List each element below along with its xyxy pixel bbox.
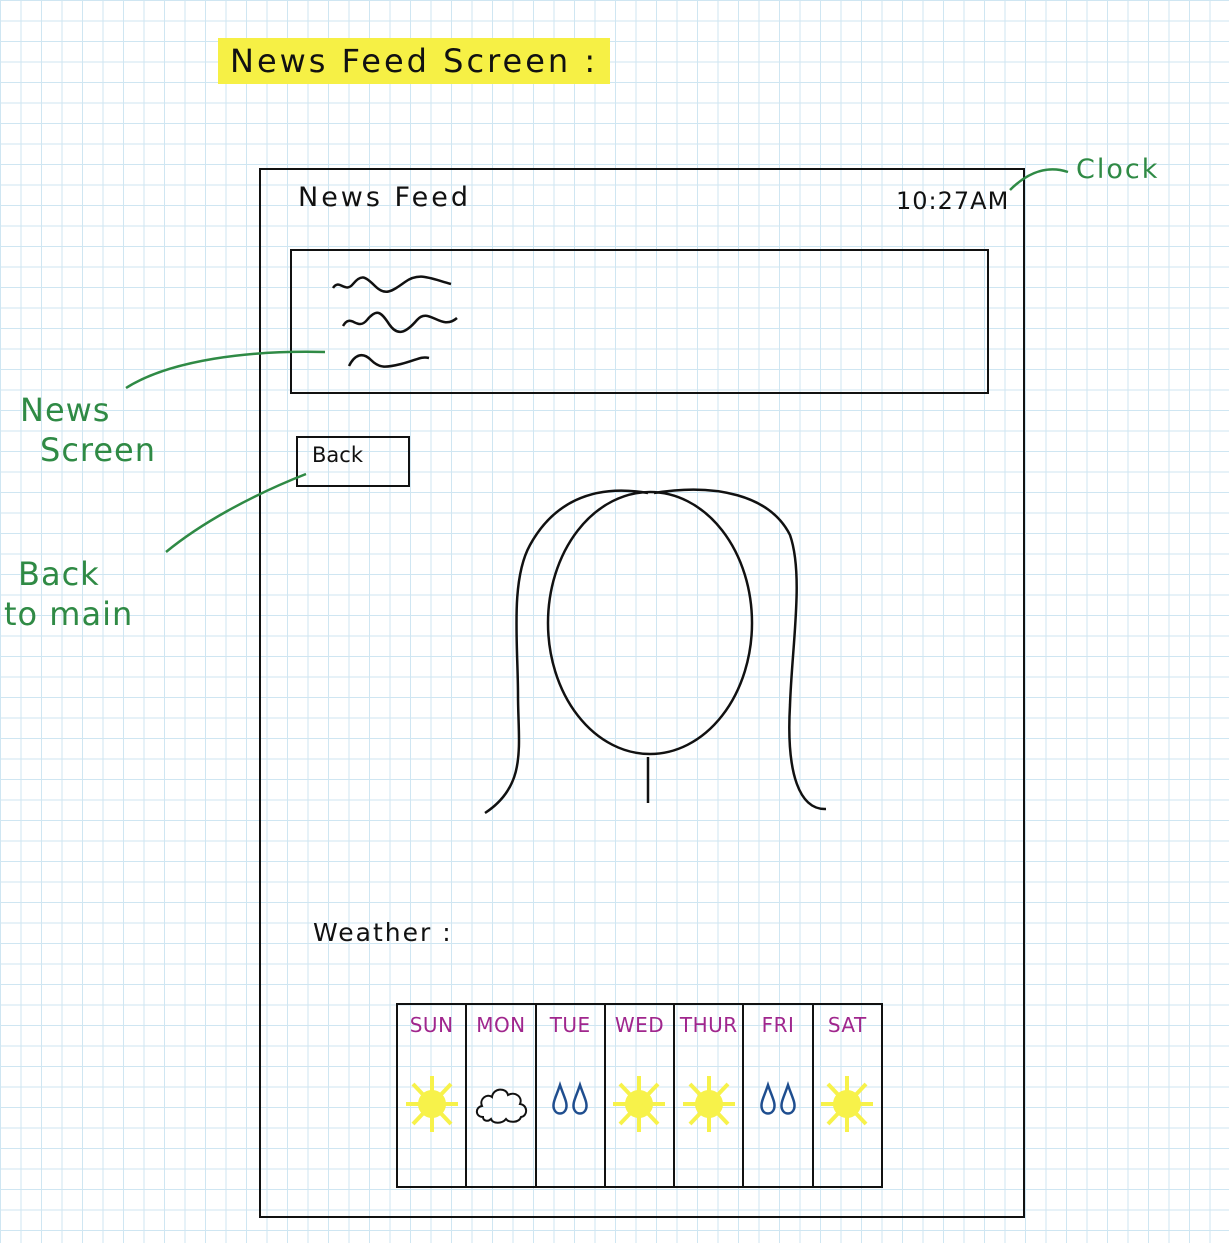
annotation-line: News [20, 391, 111, 429]
annotation-line: to main [4, 595, 134, 633]
annotation-back-to-main: Back to main [4, 554, 133, 634]
annotation-line: Back [18, 555, 100, 593]
annotation-news-screen: News Screen [20, 390, 156, 470]
annotation-line: Screen [40, 431, 157, 469]
annotation-lines [125, 168, 1069, 553]
annotation-clock: Clock [1076, 154, 1160, 185]
